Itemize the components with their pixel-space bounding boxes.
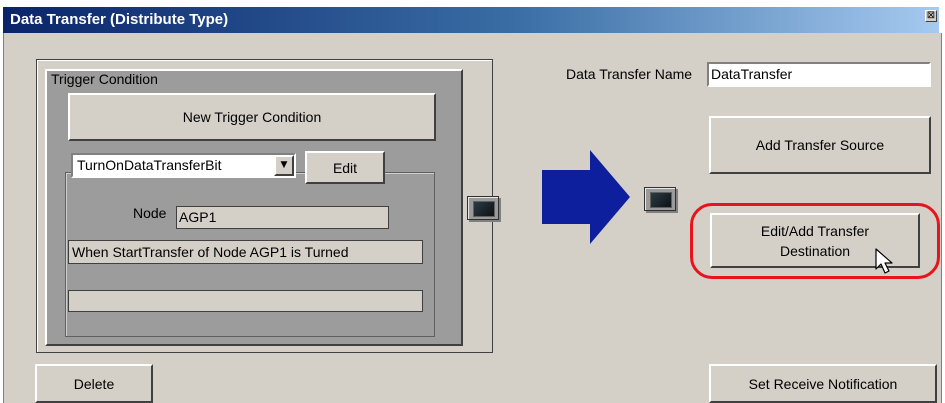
delete-button[interactable]: Delete — [35, 364, 153, 403]
data-transfer-name-label: Data Transfer Name — [566, 66, 693, 82]
arrow-right-icon — [542, 150, 630, 244]
window-title: Data Transfer (Distribute Type) — [10, 11, 229, 28]
trigger-condition-select-value: TurnOnDataTransferBit — [77, 157, 222, 173]
dropdown-arrow-icon[interactable]: ▼ — [274, 155, 294, 176]
new-trigger-condition-button[interactable]: New Trigger Condition — [68, 93, 436, 141]
mouse-cursor-icon — [875, 248, 893, 274]
edit-trigger-button[interactable]: Edit — [305, 151, 385, 184]
node-label: Node — [133, 205, 167, 221]
trigger-extra-field — [68, 290, 423, 312]
add-transfer-source-button[interactable]: Add Transfer Source — [709, 116, 931, 174]
data-transfer-name-input[interactable]: DataTransfer — [707, 62, 931, 87]
close-button[interactable]: ⊠ — [925, 10, 937, 22]
highlight-ring — [690, 203, 940, 279]
monitor-icon — [467, 196, 499, 220]
trigger-description-field: When StartTransfer of Node AGP1 is Turne… — [68, 240, 423, 264]
monitor-icon — [644, 187, 676, 211]
trigger-condition-label: Trigger Condition — [51, 71, 158, 87]
node-field: AGP1 — [176, 206, 389, 229]
set-receive-notification-button[interactable]: Set Receive Notification — [709, 364, 937, 403]
